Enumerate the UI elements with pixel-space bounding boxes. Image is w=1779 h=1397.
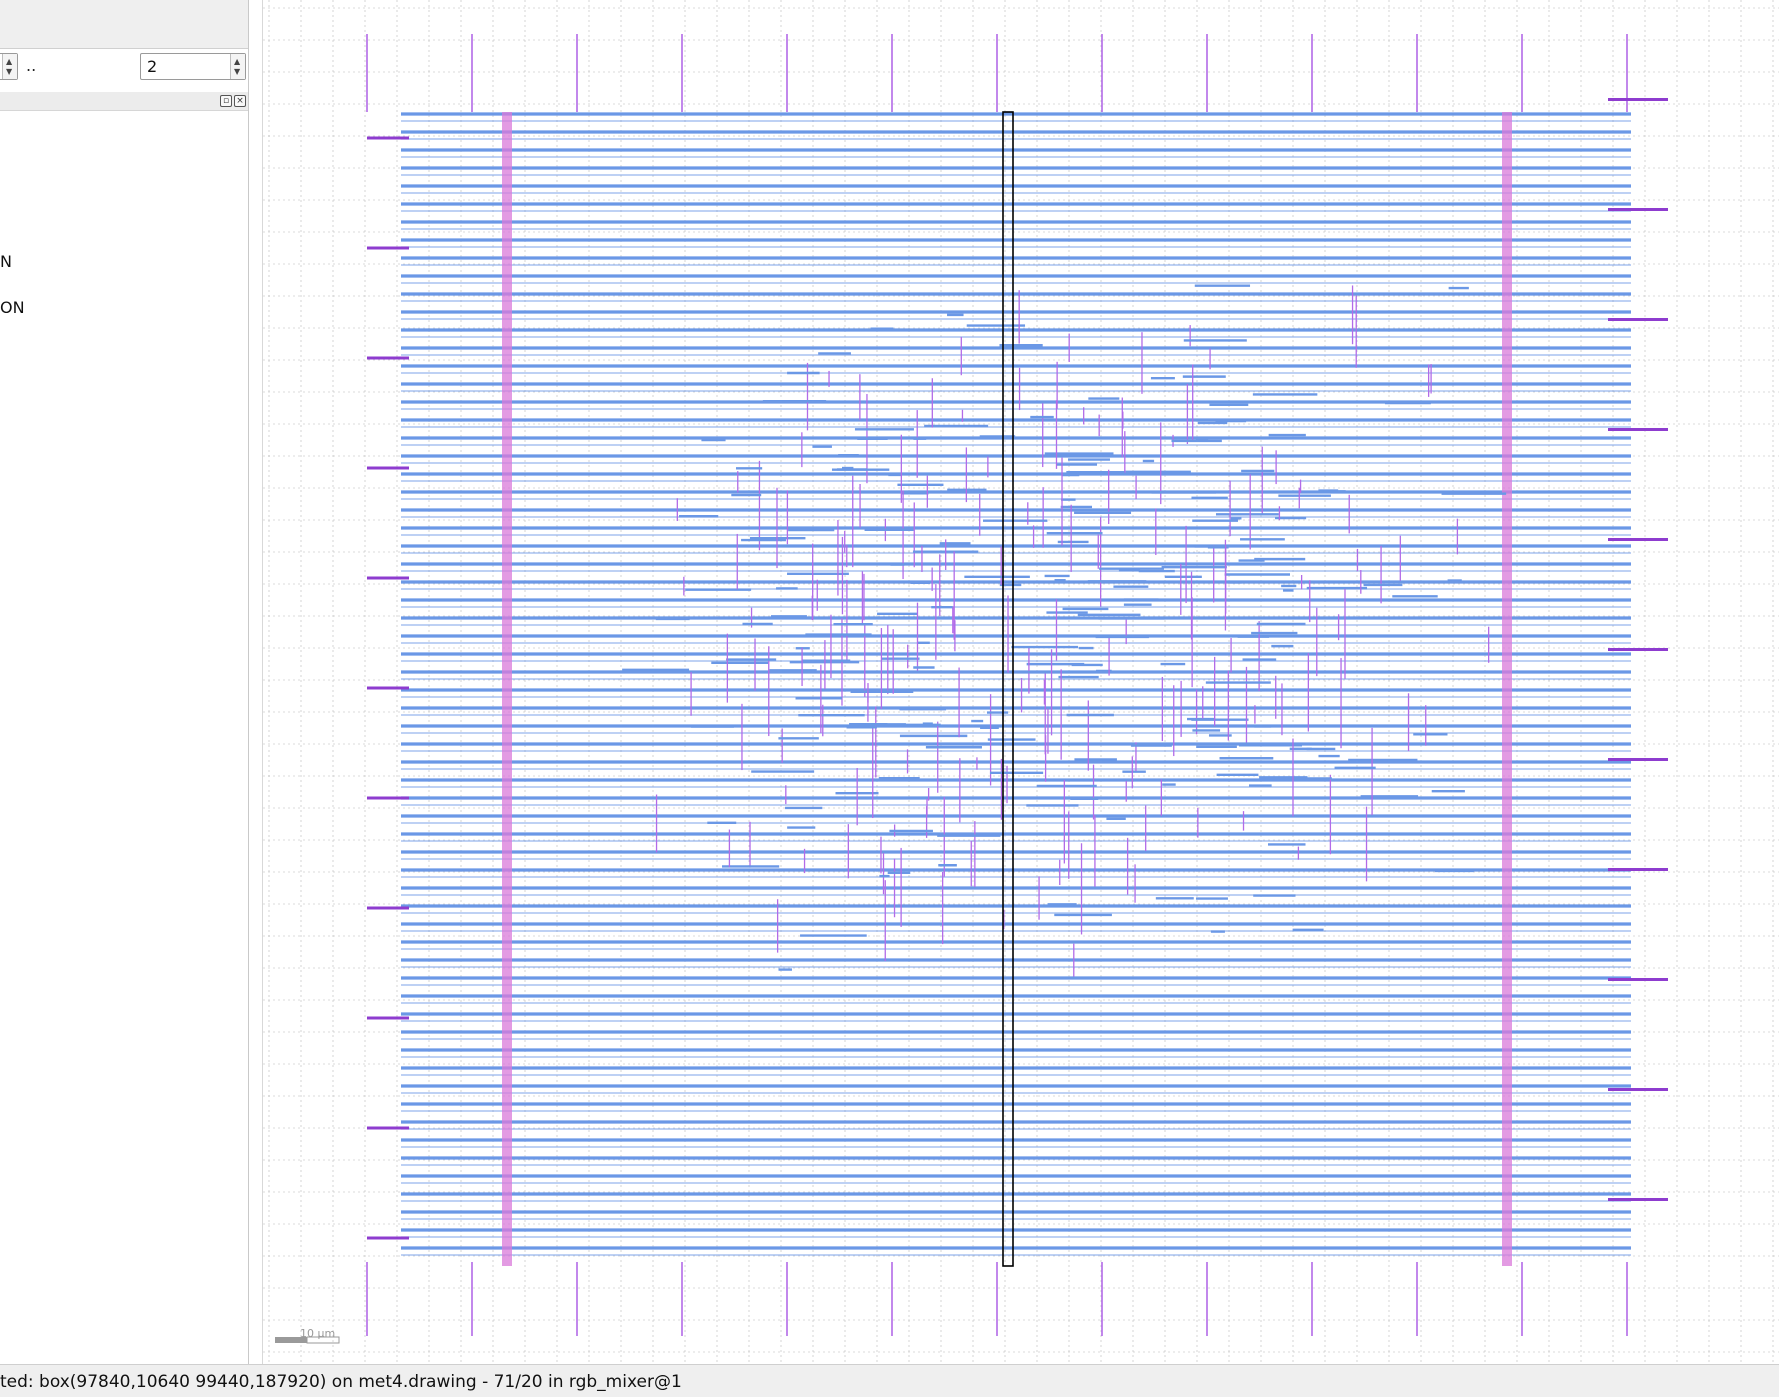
layer-sidebar: ▲ ▼ .. 2 ▲ ▼ ▫ × N ON xyxy=(0,0,249,1364)
stepper-down-icon[interactable]: ▼ xyxy=(6,68,12,76)
range-start-spinbox[interactable]: ▲ ▼ xyxy=(0,53,18,80)
range-end-value[interactable]: 2 xyxy=(147,57,157,76)
io-pin xyxy=(1608,538,1668,541)
power-stripe xyxy=(502,112,512,1266)
io-pin xyxy=(367,1016,409,1020)
io-pin xyxy=(1608,208,1668,211)
panel-close-icon[interactable]: × xyxy=(234,95,246,107)
stepper-up-icon[interactable]: ▲ xyxy=(234,58,240,66)
io-pin xyxy=(367,686,409,690)
io-pin xyxy=(1608,868,1668,871)
list-item[interactable]: ON xyxy=(0,298,25,317)
stepper-up-icon[interactable]: ▲ xyxy=(6,58,12,66)
io-pin xyxy=(1608,978,1668,981)
status-bar: ted: box(97840,10640 99440,187920) on me… xyxy=(0,1364,1779,1397)
io-pin xyxy=(367,1126,409,1130)
io-pin xyxy=(367,356,409,360)
io-pin xyxy=(1608,1088,1668,1091)
list-item[interactable]: N xyxy=(0,252,12,271)
io-pin xyxy=(1608,98,1668,101)
io-pin xyxy=(367,576,409,580)
range-separator: .. xyxy=(26,56,37,75)
io-pin xyxy=(367,466,409,470)
panel-title-bar: ▫ × xyxy=(0,92,248,111)
panel-float-icon[interactable]: ▫ xyxy=(220,95,232,107)
io-pin xyxy=(1608,428,1668,431)
sidebar-header xyxy=(0,0,248,49)
status-message: ted: box(97840,10640 99440,187920) on me… xyxy=(0,1372,682,1392)
range-end-stepper[interactable]: ▲ ▼ xyxy=(230,54,245,79)
power-stripe xyxy=(1502,112,1512,1266)
io-pin xyxy=(1608,758,1668,761)
io-pin xyxy=(1608,648,1668,651)
scale-label: 10 µm xyxy=(300,1327,336,1340)
stepper-down-icon[interactable]: ▼ xyxy=(234,68,240,76)
range-end-spinbox[interactable]: 2 ▲ ▼ xyxy=(140,53,246,80)
io-pin xyxy=(1608,1198,1668,1201)
io-pin xyxy=(367,136,409,140)
layout-canvas[interactable] xyxy=(262,0,1779,1364)
io-pin xyxy=(1608,318,1668,321)
io-pin xyxy=(367,796,409,800)
range-start-stepper[interactable]: ▲ ▼ xyxy=(2,54,17,79)
layout-drawing[interactable] xyxy=(263,0,1779,1364)
io-pin xyxy=(367,1236,409,1240)
io-pin xyxy=(367,246,409,250)
io-pin xyxy=(367,906,409,910)
